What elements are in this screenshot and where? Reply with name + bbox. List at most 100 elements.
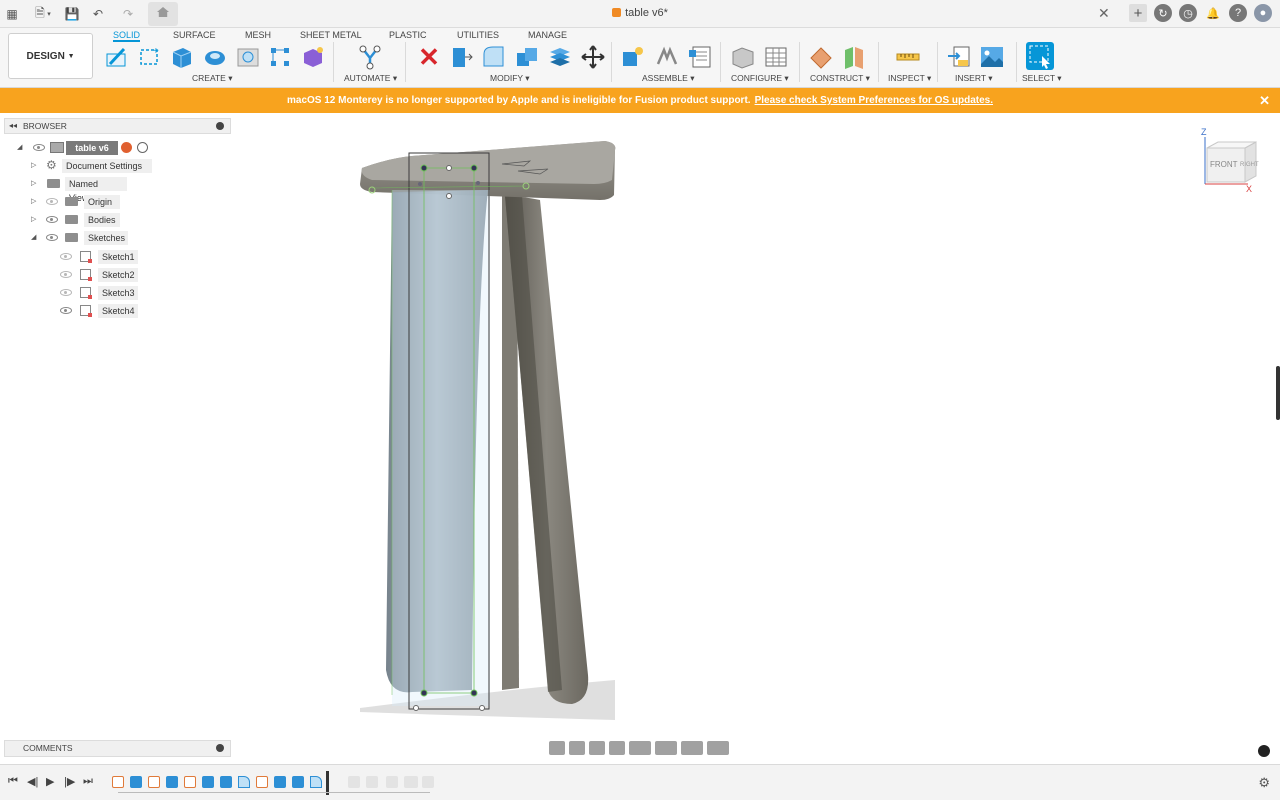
visibility-eye-icon[interactable] [60,253,72,260]
shell-icon[interactable] [547,44,573,70]
profile-avatar-icon[interactable]: ● [1254,4,1272,22]
timeline-fillet-icon[interactable] [238,776,250,788]
create-menu[interactable]: CREATE ▾ [192,73,233,84]
visibility-eye-icon[interactable] [60,289,72,296]
tab-solid[interactable]: SOLID [113,28,141,42]
grid-icon[interactable]: ▦ [2,4,22,24]
browser-item-sketch1[interactable]: Sketch1 [0,249,232,264]
collapsed-triangle-icon[interactable]: ▷ [31,197,36,205]
sketch-point[interactable] [479,705,485,711]
assemble-menu[interactable]: ASSEMBLE ▾ [642,73,694,84]
go-to-start-icon[interactable]: ⏮ [8,775,18,788]
comments-panel-header[interactable]: COMMENTS [4,740,231,757]
tab-surface[interactable]: SURFACE [173,28,216,42]
select-menu[interactable]: SELECT ▾ [1022,73,1062,84]
timeline-sketch-icon[interactable] [148,776,160,788]
expanded-triangle-icon[interactable]: ◢ [31,233,36,241]
sketch-point[interactable] [418,182,422,186]
timeline-suppressed-feature-icon[interactable] [404,776,418,788]
viewcube-right-label[interactable]: RIGHT [1240,162,1259,168]
joint-icon[interactable] [654,44,680,70]
workspace-switcher[interactable]: DESIGN ▼ [8,33,93,79]
timeline-suppressed-feature-icon[interactable] [386,776,398,788]
tab-manage[interactable]: MANAGE [528,28,567,42]
move-copy-icon[interactable] [580,44,606,70]
timeline-suppressed-feature-icon[interactable] [348,776,360,788]
timeline-extrude-icon[interactable] [166,776,178,788]
job-status-icon[interactable]: ◷ [1179,4,1197,22]
browser-item-sketches[interactable]: ◢ Sketches [0,230,232,245]
tab-mesh[interactable]: MESH [245,28,271,42]
activate-radio-icon[interactable] [137,142,148,153]
bill-of-materials-icon[interactable] [687,44,713,70]
combine-icon[interactable] [514,44,540,70]
extensions-icon[interactable]: ↻ [1154,4,1172,22]
play-icon[interactable]: ▶ [46,775,54,788]
go-to-end-icon[interactable]: ⏭ [83,775,93,788]
collapse-panel-icon[interactable]: ◂◂ [9,119,17,133]
3d-viewport[interactable]: FRONT RIGHT Z X [232,113,1280,763]
visibility-eye-icon[interactable] [46,216,58,223]
save-icon[interactable]: 💾 [62,4,82,24]
feedback-icon[interactable] [1258,745,1270,757]
browser-item-sketch4[interactable]: Sketch4 [0,303,232,318]
configure-body-icon[interactable] [730,44,756,70]
visibility-eye-icon[interactable] [60,307,72,314]
visibility-eye-icon[interactable] [33,144,45,151]
fit-zoom-icon[interactable] [629,741,651,755]
expanded-triangle-icon[interactable]: ◢ [17,143,22,151]
automate-icon[interactable] [357,44,383,70]
extrude-icon[interactable] [169,44,195,70]
configure-menu[interactable]: CONFIGURE ▾ [731,73,789,84]
display-settings-icon[interactable] [655,741,677,755]
browser-root-label[interactable]: table v6 [66,141,118,155]
sketch-point[interactable] [413,705,419,711]
timeline-extrude-icon[interactable] [274,776,286,788]
panel-minimize-icon[interactable] [216,122,224,130]
timeline-fillet-icon[interactable] [310,776,322,788]
viewcube[interactable]: FRONT RIGHT Z X [1201,127,1259,194]
offset-plane-icon[interactable] [808,44,834,70]
browser-item-bodies[interactable]: ▷ Bodies [0,212,232,227]
visibility-eye-icon[interactable] [46,234,58,241]
viewcube-front-label[interactable]: FRONT [1210,160,1238,169]
new-component-icon[interactable] [620,44,646,70]
collapsed-triangle-icon[interactable]: ▷ [31,161,36,169]
file-menu-chevron-icon[interactable]: ▾ [44,4,54,24]
viewports-icon[interactable] [707,741,729,755]
insert-canvas-icon[interactable] [979,44,1005,70]
rectangle-sketch-icon[interactable]: + [137,44,163,70]
sketch-point[interactable] [470,164,478,172]
zoom-icon[interactable] [609,741,625,755]
create-sketch-icon[interactable] [104,44,130,70]
timeline-sketch-icon[interactable] [112,776,124,788]
insert-derive-icon[interactable] [946,44,972,70]
sketch-point[interactable] [420,164,428,172]
press-pull-icon[interactable] [448,44,474,70]
sketch-point[interactable] [420,689,428,697]
hole-icon[interactable] [235,44,261,70]
pattern-icon[interactable] [267,44,293,70]
tab-utilities[interactable]: UTILITIES [457,28,499,42]
tab-sheet-metal[interactable]: SHEET METAL [300,28,362,42]
automate-menu[interactable]: AUTOMATE ▾ [344,73,397,84]
sketch-point[interactable] [476,181,480,185]
notifications-icon[interactable]: 🔔 [1204,4,1222,22]
sketch-point[interactable] [470,689,478,697]
visibility-eye-icon[interactable] [60,271,72,278]
select-icon[interactable] [1026,42,1054,70]
collapsed-triangle-icon[interactable]: ▷ [31,179,36,187]
add-comment-icon[interactable] [216,744,224,752]
home-tab[interactable] [148,2,178,26]
revolve-icon[interactable] [202,44,228,70]
construct-menu[interactable]: CONSTRUCT ▾ [810,73,870,84]
browser-root-row[interactable]: ◢ table v6 [0,140,232,155]
create-form-icon[interactable] [300,44,326,70]
modify-menu[interactable]: MODIFY ▾ [490,73,530,84]
browser-item-named-views[interactable]: ▷ Named Views [0,176,232,203]
measure-icon[interactable] [895,44,921,70]
fillet-icon[interactable] [481,44,507,70]
configuration-table-icon[interactable] [763,44,789,70]
sketch-point[interactable] [446,165,452,171]
inspect-menu[interactable]: INSPECT ▾ [888,73,931,84]
